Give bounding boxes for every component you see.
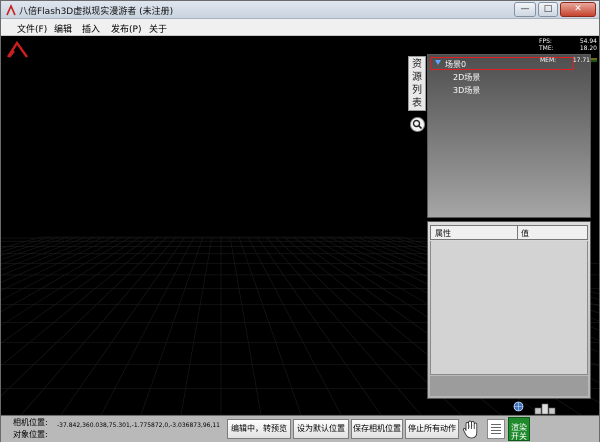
mem-row: MEM: 17.71 xyxy=(540,57,590,64)
tree-item-scene0[interactable]: 场景0 xyxy=(445,59,466,70)
title-bar: 八倍Flash3D虚拟现实漫游者 (未注册) — □ ✕ xyxy=(1,1,599,19)
tme-row: TME: 18.20 xyxy=(539,45,597,52)
stop-all-actions-button[interactable]: 停止所有动作 xyxy=(405,419,459,439)
menu-about[interactable]: 关于 xyxy=(149,22,167,35)
properties-grid[interactable] xyxy=(430,241,588,375)
hand-icon[interactable] xyxy=(461,419,483,440)
menu-edit[interactable]: 编辑 xyxy=(54,22,72,35)
properties-header: 属性 值 xyxy=(430,225,588,240)
properties-footer xyxy=(430,376,588,396)
window-title: 八倍Flash3D虚拟现实漫游者 (未注册) xyxy=(19,7,174,17)
menu-publish[interactable]: 发布(P) xyxy=(111,22,141,35)
ba-logo-icon xyxy=(6,40,28,58)
mem-label: MEM: xyxy=(540,57,557,64)
properties-panel: 属性 值 xyxy=(427,221,591,399)
menu-file[interactable]: 文件(F) xyxy=(17,22,47,35)
column-value[interactable]: 值 xyxy=(521,228,529,239)
resource-list-tab[interactable]: 资源列表 xyxy=(408,56,426,111)
magnifier-icon xyxy=(412,119,423,130)
fps-value: 54.94 xyxy=(579,38,597,45)
object-position-label: 对象位置: xyxy=(13,430,48,439)
tme-label: TME: xyxy=(539,45,554,52)
app-window: 八倍Flash3D虚拟现实漫游者 (未注册) — □ ✕ 文件(F) 编辑 插入… xyxy=(0,0,600,442)
edit-preview-toggle-button[interactable]: 编辑中，转预览 xyxy=(227,419,291,439)
perf-stats: FPS: 54.94 TME: 18.20 xyxy=(539,38,597,52)
maximize-button[interactable]: □ xyxy=(538,2,558,17)
bottom-toolbar: 相机位置: -37.842,360.038,75.301,-1.775872,0… xyxy=(1,415,599,442)
minimize-button[interactable]: — xyxy=(514,2,536,17)
doc-line xyxy=(491,433,501,434)
render-toggle-button[interactable]: 渲染 开关 xyxy=(508,417,530,441)
doc-line xyxy=(491,424,501,425)
blocks-icon[interactable] xyxy=(534,403,556,415)
camera-position-label: 相机位置: xyxy=(13,418,48,427)
set-default-position-button[interactable]: 设为默认位置 xyxy=(293,419,349,439)
tme-value: 18.20 xyxy=(579,45,597,52)
app-icon xyxy=(6,4,16,16)
fps-row: FPS: 54.94 xyxy=(539,38,597,45)
mem-value: 17.71 xyxy=(572,57,590,64)
resource-search-button[interactable] xyxy=(410,117,425,132)
fps-label: FPS: xyxy=(539,38,552,45)
save-camera-position-button[interactable]: 保存相机位置 xyxy=(351,419,403,439)
tree-item-3d-scene[interactable]: 3D场景 xyxy=(453,85,480,96)
camera-position-value: -37.842,360.038,75.301,-1.775872,0,-3.03… xyxy=(57,422,220,429)
resource-tree-panel: 场景0 2D场景 3D场景 MEM: 17.71 xyxy=(427,54,591,218)
close-button[interactable]: ✕ xyxy=(560,2,596,17)
document-icon[interactable] xyxy=(487,419,505,439)
doc-line xyxy=(491,430,501,431)
globe-icon[interactable] xyxy=(513,401,524,412)
menu-insert[interactable]: 插入 xyxy=(82,22,100,35)
tree-item-2d-scene[interactable]: 2D场景 xyxy=(453,72,480,83)
menu-bar: 文件(F) 编辑 插入 发布(P) 关于 xyxy=(1,19,599,36)
doc-line xyxy=(491,427,501,428)
column-divider[interactable] xyxy=(517,226,518,239)
column-property[interactable]: 属性 xyxy=(435,228,451,239)
expand-arrow-icon[interactable] xyxy=(435,60,441,65)
